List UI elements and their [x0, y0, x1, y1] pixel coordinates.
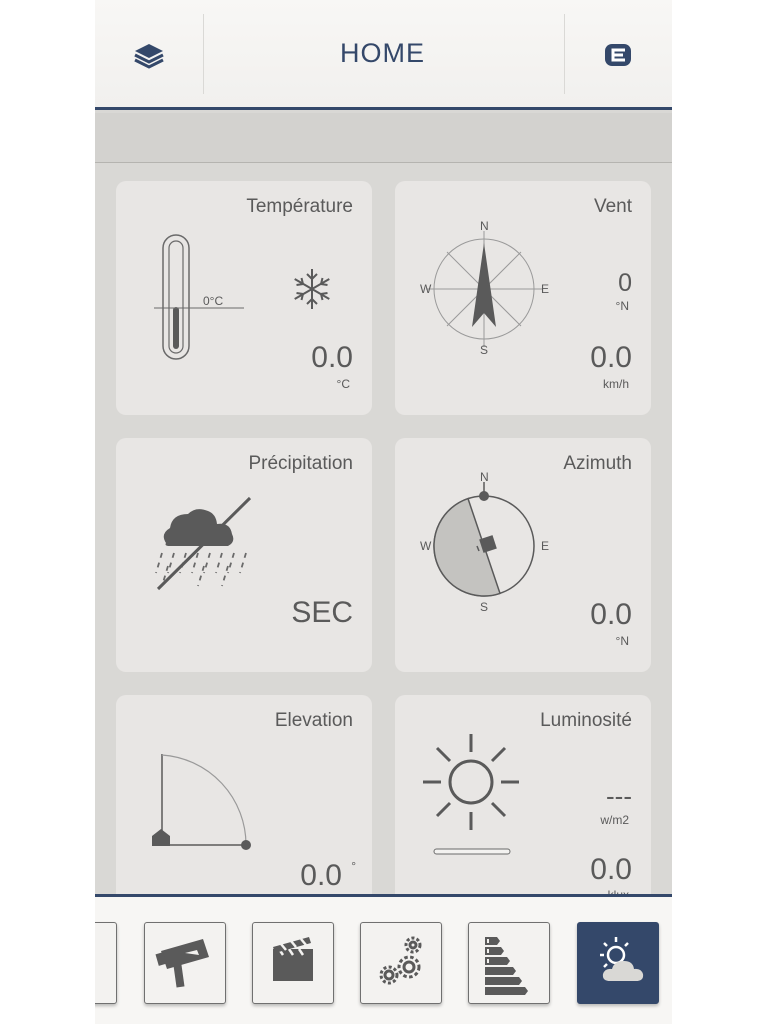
azimuth-dial-icon: [433, 482, 535, 597]
precipitation-value: SEC: [291, 596, 353, 629]
gears-icon: [379, 936, 422, 985]
luminosity-value: 0.0: [590, 853, 632, 886]
header: HOME: [95, 0, 672, 110]
toolbar-home-button[interactable]: [95, 922, 117, 1004]
sub-toolbar: [95, 113, 672, 163]
azimuth-e-label: E: [541, 539, 550, 553]
temperature-unit: °C: [336, 377, 350, 391]
temperature-value: 0.0: [311, 341, 353, 374]
elevation-card[interactable]: Elevation 0.0 °: [116, 695, 372, 896]
toolbar-energy-button[interactable]: [468, 922, 550, 1004]
rain-crossed-icon: [155, 496, 252, 591]
compass-w-label: W: [420, 282, 432, 296]
app: HOME Température 0°C 0.0 °C Vent N S W E…: [95, 0, 672, 1024]
azimuth-card[interactable]: Azimuth N S W E 0.0 °N: [395, 438, 651, 672]
azimuth-s-label: S: [480, 600, 489, 614]
azimuth-n-label: N: [480, 470, 489, 484]
header-separator-right: [564, 14, 565, 94]
logout-button[interactable]: [582, 30, 654, 80]
irradiance-value: ---: [606, 781, 632, 811]
compass-e-label: E: [541, 282, 550, 296]
weather-icon: [600, 937, 644, 981]
clapperboard-icon: [273, 937, 313, 981]
compass-s-label: S: [480, 343, 489, 357]
wind-card[interactable]: Vent N S W E 0 °N 0.0 km/h: [395, 181, 651, 415]
wind-speed-value: 0.0: [590, 341, 632, 374]
toolbar-camera-button[interactable]: [144, 922, 226, 1004]
layers-button[interactable]: [113, 30, 185, 80]
home-icon: [95, 923, 118, 1005]
page-title: HOME: [340, 38, 425, 68]
logout-icon: [605, 44, 631, 66]
temperature-card[interactable]: Température 0°C 0.0 °C: [116, 181, 372, 415]
snowflake-icon: [294, 269, 330, 309]
luminosity-card[interactable]: Luminosité --- w/m2 0.0 klux: [395, 695, 651, 896]
toolbar-settings-button[interactable]: [360, 922, 442, 1004]
bottom-toolbar: [95, 897, 672, 1024]
camera-icon: [155, 939, 209, 988]
azimuth-unit: °N: [615, 634, 629, 648]
dashboard-grid: Température 0°C 0.0 °C Vent N S W E 0 °N…: [95, 164, 672, 896]
toolbar-weather-button[interactable]: [577, 922, 659, 1004]
azimuth-w-label: W: [420, 539, 432, 553]
azimuth-value: 0.0: [590, 598, 632, 631]
elevation-value: 0.0: [300, 859, 342, 892]
precipitation-card[interactable]: Précipitation SEC: [116, 438, 372, 672]
toolbar-scenes-button[interactable]: [252, 922, 334, 1004]
wind-direction-unit: °N: [615, 299, 629, 313]
compass-n-label: N: [480, 219, 489, 233]
layers-icon: [134, 44, 164, 69]
wind-direction-value: 0: [618, 269, 632, 297]
elevation-unit: °: [351, 859, 356, 873]
irradiance-unit: w/m2: [600, 813, 629, 827]
energy-rating-icon: [485, 937, 528, 995]
wind-speed-unit: km/h: [602, 377, 629, 391]
header-separator-left: [203, 14, 204, 94]
